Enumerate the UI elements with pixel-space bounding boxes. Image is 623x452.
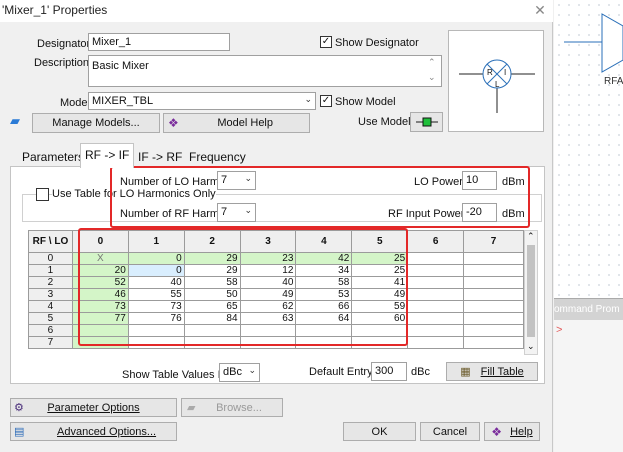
show-values-value: dBc — [223, 366, 242, 378]
parameter-options-button[interactable]: ⚙ Parameter Options — [10, 398, 177, 417]
cancel-button[interactable]: Cancel — [420, 422, 480, 441]
browse-label: Browse... — [216, 401, 262, 414]
model-select-value: MIXER_TBL — [92, 95, 154, 107]
column-header: 6 — [407, 230, 465, 253]
schematic-symbol-fragment — [564, 13, 623, 73]
manage-models-button[interactable]: ▰ Manage Models... — [10, 113, 160, 133]
chevron-down-icon: ⌄ — [248, 365, 256, 375]
help-label: Help — [510, 425, 533, 438]
model-help-button[interactable]: ❖ Model Help — [163, 113, 310, 133]
show-designator-label: Show Designator — [335, 37, 419, 49]
manage-models-label[interactable]: Manage Models... — [32, 113, 160, 133]
model-select[interactable]: MIXER_TBL ⌄ — [88, 92, 316, 110]
window-title: 'Mixer_1' Properties — [2, 3, 108, 17]
table-values-highlight-box — [78, 228, 408, 346]
browse-folder-icon: ▰ — [187, 402, 196, 414]
fill-table-label: Fill Table — [480, 365, 524, 378]
tab-if-to-rf[interactable]: IF -> RF — [134, 146, 186, 168]
scroll-down-icon[interactable]: ⌄ — [527, 341, 535, 352]
rfa-label: RFAI — [604, 76, 623, 87]
default-entry-label: Default Entry: — [309, 366, 376, 378]
symbol-r-label: R — [487, 68, 493, 77]
show-model-label: Show Model — [335, 96, 396, 108]
tab-parameters[interactable]: Parameters — [18, 146, 88, 168]
table-cell[interactable] — [463, 312, 524, 325]
show-values-select[interactable]: dBc ⌄ — [219, 363, 260, 382]
row-header: 3 — [28, 288, 73, 301]
column-header: 7 — [463, 230, 524, 253]
row-header: 2 — [28, 276, 73, 289]
fill-table-button[interactable]: ▦ Fill Table — [446, 362, 538, 381]
row-header: 5 — [28, 312, 73, 325]
tab-frequency[interactable]: Frequency — [185, 146, 250, 168]
folder-icon: ▰ — [10, 113, 20, 128]
table-icon: ▦ — [460, 366, 471, 378]
advanced-options-button[interactable]: ▤ Advanced Options... — [10, 422, 177, 441]
parameter-options-label: Parameter Options — [47, 401, 140, 414]
help-button[interactable]: ❖ Help — [484, 422, 540, 441]
parameters-icon: ⚙ — [14, 402, 24, 414]
table-cell[interactable] — [407, 264, 465, 277]
help-book-icon: ❖ — [491, 424, 503, 439]
table-cell[interactable] — [407, 300, 465, 313]
default-entry-unit: dBc — [411, 366, 430, 378]
ok-button[interactable]: OK — [343, 422, 416, 441]
table-scrollbar[interactable]: ⌃ ⌄ — [524, 230, 538, 355]
help-book-icon: ❖ — [168, 116, 179, 130]
table-cell[interactable] — [463, 252, 524, 265]
table-cell[interactable] — [463, 264, 524, 277]
tab-rf-to-if[interactable]: RF -> IF — [80, 143, 135, 168]
table-cell[interactable] — [463, 324, 524, 337]
show-values-label: Show Table Values In: — [122, 369, 230, 381]
scrollbar-thumb[interactable] — [527, 245, 535, 337]
show-designator-checkbox[interactable]: ✓ — [320, 36, 332, 48]
prompt-caret-icon: > — [556, 324, 563, 336]
scroll-up-icon[interactable]: ⌃ — [428, 57, 436, 68]
description-field[interactable]: Basic Mixer — [88, 55, 442, 87]
default-entry-field[interactable]: 300 — [371, 362, 407, 381]
row-header: 0 — [28, 252, 73, 265]
symbol-preview: R I L — [448, 30, 544, 132]
scroll-down-icon[interactable]: ⌄ — [428, 72, 436, 83]
designator-field[interactable]: Mixer_1 — [88, 33, 230, 51]
close-icon[interactable]: ✕ — [531, 2, 549, 19]
symbol-i-label: I — [504, 68, 507, 77]
table-cell[interactable] — [407, 312, 465, 325]
table-cell[interactable] — [463, 288, 524, 301]
table-cell[interactable] — [407, 336, 465, 349]
table-cell[interactable] — [407, 324, 465, 337]
symbol-l-label: L — [495, 80, 500, 89]
designator-label: Designator: — [37, 38, 94, 50]
row-header: 1 — [28, 264, 73, 277]
description-label: Description: — [34, 57, 93, 69]
show-model-checkbox[interactable]: ✓ — [320, 95, 332, 107]
title-bar: 'Mixer_1' Properties ✕ — [0, 0, 553, 22]
table-cell[interactable] — [463, 336, 524, 349]
table-cell[interactable] — [407, 252, 465, 265]
table-cell[interactable] — [407, 276, 465, 289]
table-corner-header: RF \ LO — [28, 230, 73, 253]
use-table-checkbox[interactable] — [36, 188, 49, 201]
resistor-icon — [415, 117, 438, 127]
table-cell[interactable] — [407, 288, 465, 301]
command-area: > — [554, 320, 623, 452]
advanced-options-icon: ▤ — [14, 426, 25, 438]
scroll-up-icon[interactable]: ⌃ — [527, 231, 535, 242]
browse-button[interactable]: ▰ Browse... — [181, 398, 283, 417]
row-header: 6 — [28, 324, 73, 337]
use-model-label: Use Model — [358, 116, 411, 128]
row-header: 7 — [28, 336, 73, 349]
table-cell[interactable] — [463, 300, 524, 313]
model-help-label: Model Help — [217, 117, 273, 129]
harmonics-highlight-box — [110, 166, 530, 228]
use-model-button[interactable] — [410, 112, 443, 132]
chevron-down-icon: ⌄ — [304, 94, 312, 104]
advanced-options-label: Advanced Options... — [57, 425, 157, 438]
command-prompt-label: ommand Prom — [554, 304, 620, 315]
table-cell[interactable] — [463, 276, 524, 289]
command-prompt-bar: ommand Prom — [554, 298, 623, 320]
row-header: 4 — [28, 300, 73, 313]
